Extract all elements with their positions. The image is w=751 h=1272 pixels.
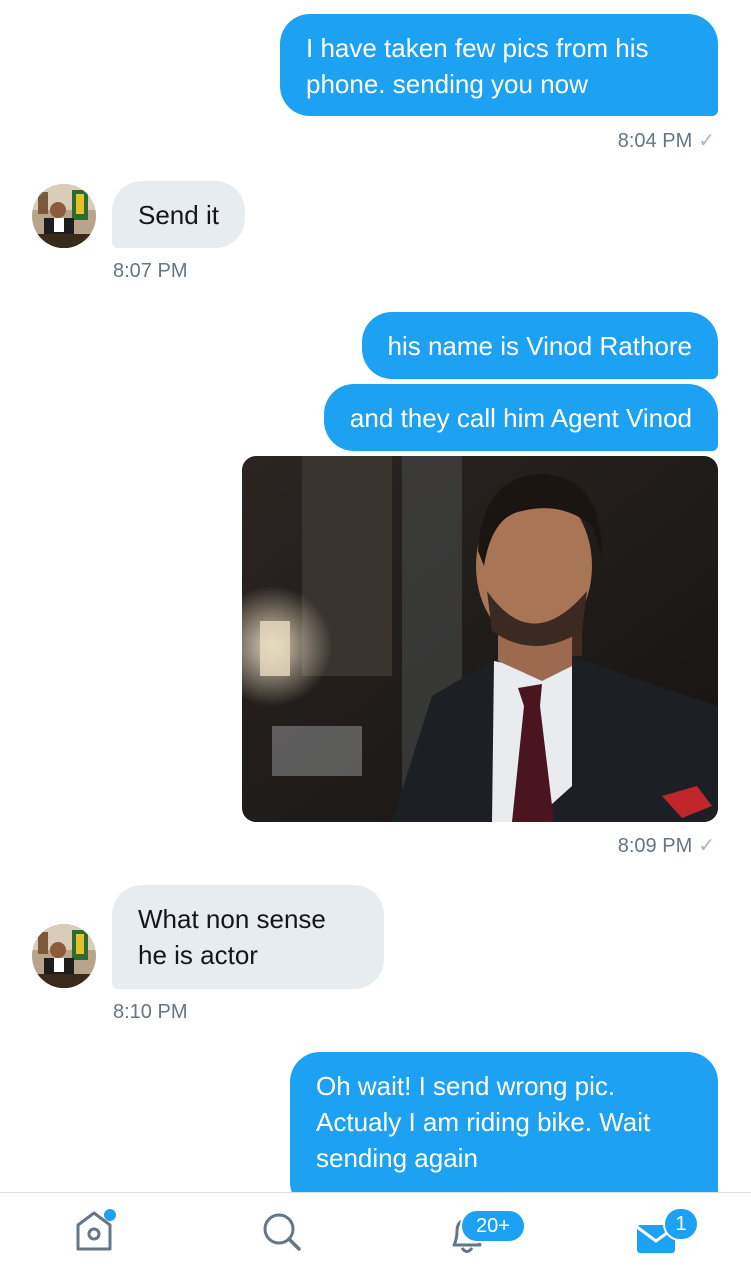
message-line: I have taken few pics from his: [306, 33, 649, 63]
message-line: Send it: [138, 200, 219, 230]
tab-search[interactable]: [242, 1193, 322, 1272]
incoming-message[interactable]: What non sense he is actor: [112, 885, 384, 989]
outgoing-message[interactable]: Oh wait! I send wrong pic. Actualy I am …: [290, 1052, 718, 1192]
message-line: Actualy I am riding bike. Wait: [316, 1107, 651, 1137]
message-timestamp: 8:10 PM: [113, 1001, 188, 1023]
tab-home[interactable]: [54, 1193, 134, 1272]
message-line: sending again: [316, 1143, 478, 1173]
outgoing-message[interactable]: his name is Vinod Rathore: [361, 312, 718, 379]
message-line: his name is Vinod Rathore: [387, 331, 692, 361]
message-line: phone. sending you now: [306, 69, 588, 99]
message-thread[interactable]: I have taken few pics from his phone. se…: [0, 0, 751, 1192]
read-checkmark-icon: ✓: [698, 835, 715, 857]
message-line: Oh wait! I send wrong pic.: [316, 1071, 616, 1101]
tab-notifications[interactable]: 20+: [427, 1193, 526, 1272]
shared-photo[interactable]: [242, 456, 718, 822]
message-timestamp: 8:07 PM: [113, 260, 188, 282]
outgoing-message[interactable]: I have taken few pics from his phone. se…: [280, 14, 718, 116]
notification-dot: [104, 1209, 116, 1221]
message-timestamp: 8:04 PM ✓: [617, 130, 715, 152]
message-line: and they call him Agent Vinod: [349, 403, 692, 433]
home-icon: [76, 1211, 112, 1251]
messages-badge: 1: [663, 1207, 699, 1241]
message-line: he is actor: [138, 940, 258, 970]
read-checkmark-icon: ✓: [698, 130, 715, 152]
avatar[interactable]: [32, 184, 96, 248]
outgoing-message[interactable]: and they call him Agent Vinod: [323, 384, 718, 451]
avatar[interactable]: [32, 924, 96, 988]
message-line: What non sense: [138, 904, 326, 934]
tab-messages[interactable]: 1: [618, 1193, 699, 1272]
incoming-message[interactable]: Send it: [112, 181, 245, 248]
message-timestamp: 8:09 PM ✓: [617, 835, 715, 857]
bottom-tab-bar: 20+ 1: [0, 1192, 751, 1272]
search-icon: [263, 1213, 301, 1251]
notifications-badge: 20+: [460, 1209, 526, 1243]
